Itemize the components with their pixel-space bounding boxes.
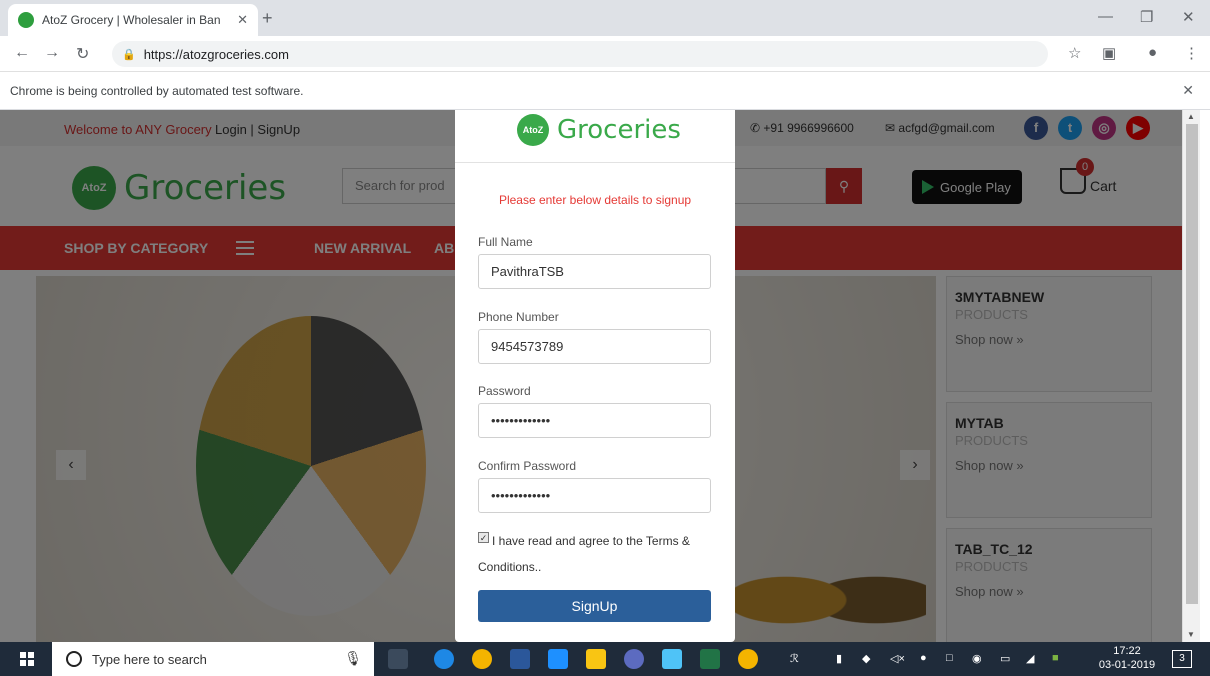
tray-icon-4[interactable]: ◉ <box>972 652 982 665</box>
back-icon[interactable]: ← <box>14 44 30 62</box>
taskbar-clock[interactable]: 17:22 03-01-2019 <box>1097 644 1157 672</box>
battery-icon[interactable]: ▭ <box>1000 652 1010 665</box>
bookmark-star-icon[interactable]: ☆ <box>1068 44 1081 62</box>
automation-infobar: Chrome is being controlled by automated … <box>0 72 1210 110</box>
file-explorer-icon[interactable] <box>586 649 606 669</box>
modal-logo: AtoZ Groceries <box>517 114 681 146</box>
tray-icon-3[interactable]: □ <box>946 652 953 664</box>
modal-logo-cart-icon: AtoZ <box>517 114 549 146</box>
task-view-icon[interactable] <box>388 649 408 669</box>
modal-logo-badge: AtoZ <box>522 125 544 135</box>
tray-app-icon[interactable]: ▮ <box>836 652 842 665</box>
excel-icon[interactable] <box>700 649 720 669</box>
eclipse-icon[interactable] <box>624 649 644 669</box>
forward-icon[interactable]: → <box>44 44 60 62</box>
extension-icon[interactable]: ▣ <box>1102 44 1116 62</box>
cortana-icon <box>66 651 82 667</box>
people-icon[interactable]: ℛ <box>790 652 799 665</box>
taskbar-search[interactable]: Type here to search 🎙 <box>52 642 374 676</box>
restore-icon[interactable]: ❐ <box>1140 8 1153 26</box>
lock-icon: 🔒 <box>122 48 136 61</box>
clock-date: 03-01-2019 <box>1098 659 1156 671</box>
browser-tab[interactable]: AtoZ Grocery | Wholesaler in Ban ✕ <box>8 4 258 36</box>
chrome-icon[interactable] <box>472 649 492 669</box>
password-label: Password <box>478 384 531 398</box>
tray-app-green-icon[interactable]: ■ <box>1052 652 1059 664</box>
tab-title: AtoZ Grocery | Wholesaler in Ban <box>42 13 221 27</box>
close-tab-icon[interactable]: ✕ <box>237 12 248 28</box>
edge-icon[interactable] <box>548 649 568 669</box>
word-icon[interactable] <box>510 649 530 669</box>
full-name-label: Full Name <box>478 235 533 249</box>
menu-icon[interactable]: ⋮ <box>1184 44 1199 62</box>
notification-count: 3 <box>1179 653 1185 664</box>
taskbar-search-text: Type here to search <box>92 651 207 667</box>
password-input[interactable]: ••••••••••••• <box>478 403 711 438</box>
site-favicon-icon <box>18 12 34 28</box>
wifi-icon[interactable]: ◢ <box>1026 652 1034 665</box>
phone-number-input[interactable]: 9454573789 <box>478 329 711 364</box>
microphone-icon[interactable]: 🎙 <box>344 650 362 667</box>
new-tab-icon[interactable]: + <box>262 8 273 29</box>
network-icon[interactable]: ◆ <box>862 652 870 665</box>
full-name-input[interactable]: PavithraTSB <box>478 254 711 289</box>
infobar-text: Chrome is being controlled by automated … <box>10 83 304 98</box>
clock-time: 17:22 <box>1113 645 1141 657</box>
address-bar-row: ← → ↻ 🔒 https://atozgroceries.com ☆ ▣ ● … <box>0 36 1210 72</box>
browser-tab-bar: AtoZ Grocery | Wholesaler in Ban ✕ + — ❐… <box>0 0 1210 36</box>
modal-logo-text: Groceries <box>557 115 681 145</box>
page-scrollbar[interactable]: ▲ ▼ <box>1182 110 1200 642</box>
window-edge <box>1200 110 1210 642</box>
signup-subtitle: Please enter below details to signup <box>498 193 692 207</box>
chrome-active-icon[interactable] <box>738 649 758 669</box>
scroll-down-icon[interactable]: ▼ <box>1187 630 1195 639</box>
app-globe-icon[interactable] <box>434 649 454 669</box>
infobar-close-icon[interactable]: ✕ <box>1182 82 1194 99</box>
confirm-password-input[interactable]: ••••••••••••• <box>478 478 711 513</box>
scrollbar-thumb[interactable] <box>1186 124 1198 604</box>
signup-modal: AtoZ Groceries Please enter below detail… <box>455 110 735 642</box>
volume-icon[interactable]: ◁× <box>890 652 905 665</box>
confirm-password-label: Confirm Password <box>478 459 577 473</box>
window-close-icon[interactable]: ✕ <box>1182 8 1195 26</box>
windows-start-icon[interactable] <box>20 652 34 666</box>
app-icon[interactable] <box>662 649 682 669</box>
windows-taskbar: Type here to search 🎙 ℛ ▮ ◆ ◁× ● □ ◉ ▭ ◢… <box>0 642 1210 676</box>
tray-icon-2[interactable]: ● <box>920 652 927 664</box>
phone-number-label: Phone Number <box>478 310 559 324</box>
modal-divider <box>455 162 735 163</box>
minimize-icon[interactable]: — <box>1098 8 1113 25</box>
url-bar[interactable]: 🔒 https://atozgroceries.com <box>112 41 1048 67</box>
url-text: https://atozgroceries.com <box>143 46 289 62</box>
notification-center-icon[interactable]: 3 <box>1172 650 1192 668</box>
reload-icon[interactable]: ↻ <box>76 44 89 64</box>
profile-icon[interactable]: ● <box>1148 44 1157 61</box>
terms-text[interactable]: I have read and agree to the Terms & Con… <box>478 528 718 580</box>
signup-button[interactable]: SignUp <box>478 590 711 622</box>
scroll-up-icon[interactable]: ▲ <box>1187 112 1195 121</box>
